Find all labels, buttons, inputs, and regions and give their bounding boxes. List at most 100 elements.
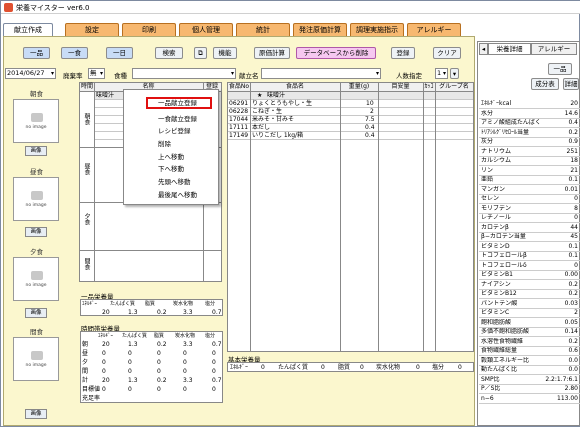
function-button[interactable]: 機能 [213, 47, 237, 59]
nutrient-row: マンガン 0.01 [479, 186, 580, 195]
lunch-caption: no image [25, 203, 47, 208]
menu-item-move-up[interactable]: 上へ移動 [124, 151, 220, 163]
nutrient-value: 0.14 [564, 328, 578, 335]
food-title-name: 味噌汁 [267, 92, 286, 99]
dinner-image[interactable]: no image [13, 257, 59, 301]
camera-icon [31, 113, 43, 122]
nutrient-name: P／S比 [481, 385, 501, 392]
food-row[interactable]: 17044 米みそ・甘みそ 7.5 [228, 116, 473, 124]
menu-grid-header-time: 時間 [80, 83, 94, 92]
food-header-bracket: ｶｯｺ [423, 83, 435, 92]
one-meal-button[interactable]: 一食 [61, 47, 88, 59]
people-input[interactable]: 1 [435, 68, 448, 79]
food-row[interactable]: 06291 りょくとうもやし・生 10 [228, 100, 473, 108]
ts-row-label: 充足率 [82, 395, 101, 402]
nutrient-row: ﾄﾘｱｼﾙｸﾞﾘｾﾛｰﾙ当量 0.2 [479, 129, 580, 138]
tab-statistics[interactable]: 統計 [236, 23, 290, 36]
cost-calc-button[interactable]: 原価計算 [254, 47, 290, 59]
nutrient-name: 水溶性食物繊維 [481, 337, 524, 345]
nutrient-name: アミノ酸組成たんぱく [481, 119, 541, 126]
bs-salt-label: 塩分 [432, 364, 445, 371]
ts-h-protein: たんぱく質 [122, 333, 148, 339]
nutrient-name: マンガン [481, 185, 506, 193]
tab-personal[interactable]: 個人管理 [179, 23, 233, 36]
nutrient-name: ナトリウム [481, 147, 512, 155]
breakfast-image-button[interactable]: 画像 [25, 146, 47, 156]
ts-cell: 0 [128, 368, 132, 375]
ts-cell: 0 [157, 350, 161, 357]
nutrient-value: 0.05 [564, 318, 578, 326]
food-grid: 食品No 食品名 重量(g) 目安量 ｶｯｺ グループ名 ★ 味噌汁 06291… [227, 82, 474, 352]
menu-item-move-down[interactable]: 下へ移動 [124, 163, 220, 175]
lunch-image[interactable]: no image [13, 177, 59, 221]
waste-select[interactable]: 無 [88, 68, 105, 79]
nutrient-row: 灰分 0.9 [479, 138, 580, 147]
one-item-button[interactable]: 一品 [23, 47, 50, 59]
delete-from-db-button[interactable]: データベースから削除 [296, 47, 376, 59]
menu-item-delete[interactable]: 削除 [124, 138, 220, 150]
snack-image[interactable]: no image [13, 337, 59, 381]
ts-row-label: 間 [82, 368, 89, 375]
tab-allergy-right[interactable]: アレルギー [531, 43, 577, 55]
prev-tab-icon[interactable]: ◂ [479, 43, 488, 55]
food-row[interactable]: 17111 本だし 0.4 [228, 124, 473, 132]
nutrient-name: ビタミンB12 [481, 290, 517, 297]
nutrient-name: ビタミンB1 [481, 271, 513, 278]
title-bar: 栄養マイスター ver6.0 [1, 1, 580, 14]
copy-icon[interactable]: ⧉ [194, 47, 207, 59]
snack-image-button[interactable]: 画像 [25, 409, 47, 419]
nutrient-name: モリブデン [481, 204, 512, 212]
oi-energy: 20 [102, 309, 110, 316]
lunch-image-button[interactable]: 画像 [25, 227, 47, 237]
food-weight: 0.4 [365, 124, 375, 131]
nutrient-row: 多価不飽和脂肪酸 0.14 [479, 328, 580, 337]
tab-order-cost[interactable]: 発注原価計算 [293, 23, 347, 36]
nutrient-value: 0.0 [568, 356, 578, 364]
tab-settings[interactable]: 設定 [65, 23, 119, 36]
dinner-image-button[interactable]: 画像 [25, 308, 47, 318]
food-row[interactable]: 17149 いりこだし 1kg/箱 0.4 [228, 132, 473, 140]
nutrient-value: 2.2:1.7:6.1 [545, 375, 578, 383]
clear-button[interactable]: クリア [433, 47, 461, 59]
menu-item-register-one-item[interactable]: 一品献立登録 [146, 97, 212, 109]
nutrient-name: ビタミンC [481, 309, 510, 316]
menu-item-move-top[interactable]: 先頭へ移動 [124, 176, 220, 188]
tab-allergy[interactable]: アレルギー [407, 23, 461, 36]
food-name: こねぎ・生 [252, 108, 283, 115]
composition-table-button[interactable]: 成分表 [531, 78, 559, 90]
nutrient-row: 食物繊維総量 0.6 [479, 347, 580, 356]
nutrient-row: アミノ酸組成たんぱく 0.4 [479, 119, 580, 128]
register-button[interactable]: 登録 [391, 47, 415, 59]
nutrient-value: 2.80 [564, 385, 578, 392]
bs-protein: 0 [321, 364, 325, 371]
food-row[interactable]: 06228 こねぎ・生 2 [228, 108, 473, 116]
ts-cell: 0 [183, 350, 187, 357]
ts-row-label: 夕 [82, 359, 89, 366]
one-day-button[interactable]: 一日 [106, 47, 133, 59]
nutrient-row: 飽和脂肪酸 0.05 [479, 319, 580, 328]
date-select[interactable]: 2014/06/27 [5, 68, 56, 79]
food-name: 本だし [252, 124, 271, 131]
menu-item-move-bottom[interactable]: 最後尾へ移動 [124, 189, 220, 201]
nutrient-row: ビタミンB1 0.00 [479, 271, 580, 280]
menu-item-register-recipe[interactable]: レシピ登録 [124, 125, 220, 137]
people-spin-icon[interactable]: ▾ [450, 68, 459, 79]
right-one-item-button[interactable]: 一品 [548, 63, 572, 75]
food-title-row[interactable]: ★ 味噌汁 [228, 92, 473, 100]
nutrient-name: n−6 [481, 394, 494, 402]
breakfast-image[interactable]: no image [13, 99, 59, 143]
tab-cooking[interactable]: 調理実施指示 [350, 23, 404, 36]
ts-h-energy: ｴﾈﾙｷﾞｰ [98, 333, 114, 339]
menu-item-register-one-meal[interactable]: 一食献立登録 [124, 113, 220, 125]
ts-cell: 3.3 [183, 341, 193, 348]
meal-type-select[interactable] [132, 68, 236, 79]
tab-menu-create[interactable]: 献立作成 [3, 23, 53, 37]
tab-nutrition-detail[interactable]: 栄養詳細 [488, 43, 531, 55]
tab-print[interactable]: 印刷 [122, 23, 176, 36]
breakfast-label: 朝食 [30, 90, 43, 98]
star-icon: ★ [257, 92, 263, 99]
search-button[interactable]: 検索 [155, 47, 183, 59]
ts-cell: 0 [212, 359, 216, 366]
menu-name-input[interactable] [261, 68, 381, 79]
detail-button[interactable]: 詳細 [563, 78, 579, 90]
